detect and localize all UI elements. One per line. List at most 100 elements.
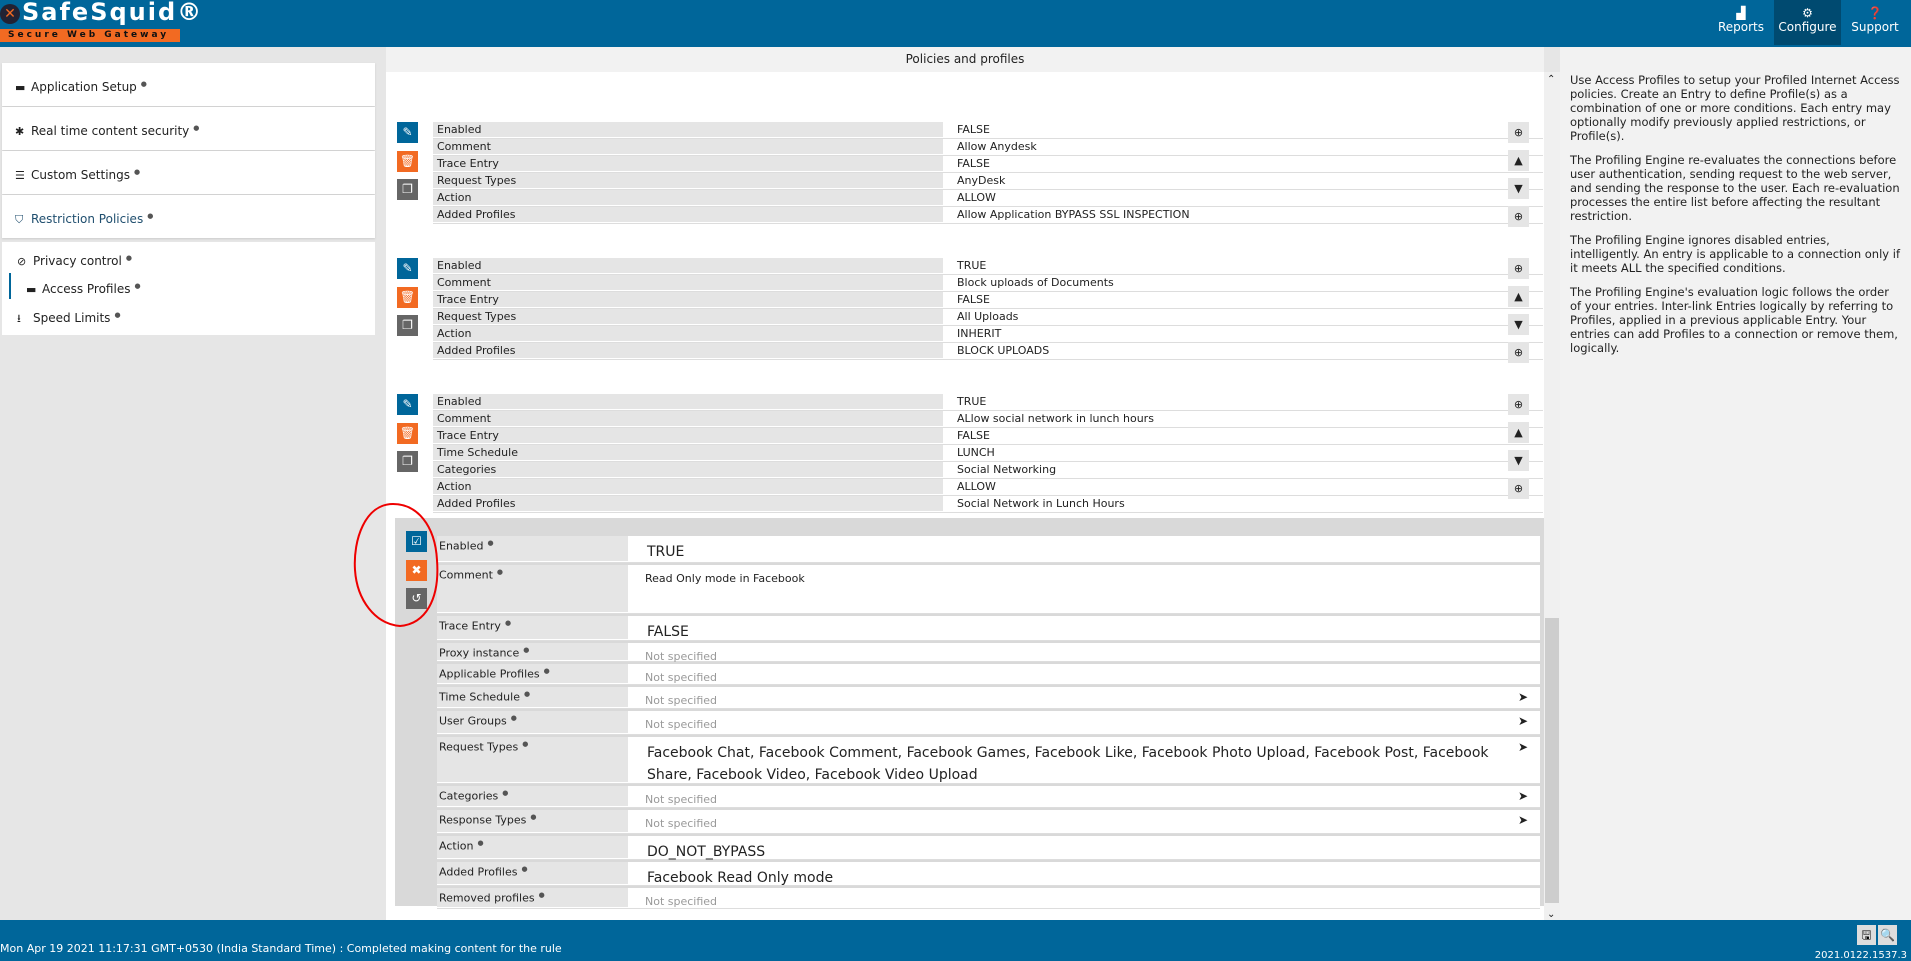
form-row: Added Profiles ● Facebook Read Only mode [437, 862, 1540, 886]
move-bottom-button[interactable]: ⊕ [1508, 478, 1529, 499]
form-field-value: TRUE [647, 544, 685, 560]
sidebar-section-real-time-content-security[interactable]: ✱ Real time content security ● [2, 107, 375, 150]
form-row: Enabled ● TRUE [437, 536, 1540, 563]
info-icon[interactable]: ● [521, 865, 527, 873]
form-field-label: Trace Entry ● [437, 616, 628, 639]
help-paragraph: The Profiling Engine ignores disabled en… [1570, 233, 1900, 275]
question-circle-icon: ❓ [1867, 6, 1883, 20]
info-icon[interactable]: ● [126, 254, 132, 262]
sidebar-item-access-profiles[interactable]: ▬ Access Profiles ● [9, 273, 382, 299]
entry-field-value: ALlow social network in lunch hours [957, 412, 1154, 425]
nav-support[interactable]: ❓ Support [1843, 0, 1907, 45]
edit-entry-button[interactable]: ✎ [397, 394, 418, 415]
move-bottom-button[interactable]: ⊕ [1508, 206, 1529, 227]
info-icon[interactable]: ● [477, 839, 483, 847]
scrollbar-thumb[interactable] [1545, 618, 1559, 903]
reset-entry-button[interactable]: ↺ [406, 588, 427, 609]
move-up-button[interactable]: ▲ [1508, 286, 1529, 307]
nav-reports[interactable]: ▟ Reports [1712, 0, 1770, 45]
info-icon[interactable]: ● [522, 740, 528, 748]
copy-entry-button[interactable]: ❐ [397, 179, 418, 200]
info-icon[interactable]: ● [523, 646, 529, 654]
info-icon[interactable]: ● [497, 568, 503, 576]
info-icon[interactable]: ● [487, 539, 493, 547]
entry-field-label: Enabled [433, 122, 943, 137]
move-bottom-button[interactable]: ⊕ [1508, 342, 1529, 363]
scroll-up-icon[interactable]: ⌃ [1547, 74, 1555, 85]
download-icon: ⭳ [17, 312, 21, 325]
entry-field-value: FALSE [957, 157, 990, 170]
search-icon[interactable]: 🔍 [1878, 925, 1897, 945]
info-icon[interactable]: ● [539, 891, 545, 899]
vertical-scrollbar[interactable]: ⌃ ⌄ [1544, 72, 1560, 920]
sidebar-item-speed-limits[interactable]: ⭳ Speed Limits ● [2, 302, 375, 328]
entry-field-value: TRUE [957, 259, 987, 272]
move-down-button[interactable]: ▼ [1508, 178, 1529, 199]
entry-field-value: ALLOW [957, 191, 996, 204]
label-text: Comment [439, 568, 493, 582]
copy-entry-button[interactable]: ❐ [397, 451, 418, 472]
move-top-button[interactable]: ⊕ [1508, 258, 1529, 279]
move-down-button[interactable]: ▼ [1508, 450, 1529, 471]
move-up-button[interactable]: ▲ [1508, 150, 1529, 171]
entry-field-value: Allow Application BYPASS SSL INSPECTION [957, 208, 1190, 221]
paper-plane-icon[interactable]: ➤ [1518, 740, 1528, 754]
form-field-label: Added Profiles ● [437, 862, 628, 884]
nav-configure[interactable]: ⚙ Configure [1774, 0, 1841, 45]
copy-entry-button[interactable]: ❐ [397, 315, 418, 336]
sidebar-section-application-setup[interactable]: ▬ Application Setup ● [2, 63, 375, 106]
entry-field-value: ALLOW [957, 480, 996, 493]
info-icon[interactable]: ● [193, 124, 199, 132]
form-field-value: Not specified [645, 817, 718, 830]
info-icon[interactable]: ● [134, 168, 140, 176]
label-text: Enabled [439, 539, 484, 553]
entry-row: Added Profiles●Social Network in Lunch H… [433, 496, 1543, 513]
paper-plane-icon[interactable]: ➤ [1518, 690, 1528, 704]
paper-plane-icon[interactable]: ➤ [1518, 789, 1528, 803]
sidebar-item-privacy-control[interactable]: ⊘ Privacy control ● [2, 245, 375, 271]
form-row: Response Types ● Not specified ➤ [437, 810, 1540, 834]
info-icon[interactable]: ● [114, 311, 120, 319]
form-field-value: Not specified [645, 671, 718, 684]
info-icon[interactable]: ● [544, 667, 550, 675]
label-text: Trace Entry [439, 619, 501, 633]
info-icon[interactable]: ● [524, 690, 530, 698]
form-row: Trace Entry ● FALSE [437, 616, 1540, 641]
info-icon[interactable]: ● [134, 282, 140, 290]
briefcase-icon: ▬ [26, 283, 37, 296]
info-icon[interactable]: ● [505, 619, 511, 627]
scroll-down-icon[interactable]: ⌄ [1547, 909, 1555, 920]
sidebar-section-restriction-policies[interactable]: ⛉ Restriction Policies ● [2, 195, 375, 238]
comment-textarea[interactable]: Read Only mode in Facebook [645, 568, 1510, 590]
save-icon[interactable]: 🖫 [1857, 925, 1876, 945]
save-entry-button[interactable]: ☑ [406, 531, 427, 552]
edit-entry-button[interactable]: ✎ [397, 258, 418, 279]
info-icon[interactable]: ● [141, 80, 147, 88]
info-icon[interactable]: ● [511, 714, 517, 722]
form-field-label: Proxy instance ● [437, 643, 628, 660]
entry-row: Trace Entry●FALSE [433, 156, 1543, 173]
form-field-label: Applicable Profiles ● [437, 664, 628, 683]
entry-field-label: Trace Entry [433, 428, 943, 443]
entry-field-value: LUNCH [957, 446, 995, 459]
form-field-value: Not specified [645, 895, 718, 908]
info-icon[interactable]: ● [530, 813, 536, 821]
cancel-entry-button[interactable]: ✖ [406, 560, 427, 581]
entry-row: Request Types●All Uploads [433, 309, 1543, 326]
move-up-button[interactable]: ▲ [1508, 422, 1529, 443]
paper-plane-icon[interactable]: ➤ [1518, 813, 1528, 827]
delete-entry-button[interactable]: 🗑 [397, 287, 418, 308]
help-panel: Use Access Profiles to setup your Profil… [1560, 47, 1911, 920]
move-top-button[interactable]: ⊕ [1508, 122, 1529, 143]
info-icon[interactable]: ● [502, 789, 508, 797]
delete-entry-button[interactable]: 🗑 [397, 151, 418, 172]
sidebar-section-custom-settings[interactable]: ☰ Custom Settings ● [2, 151, 375, 194]
entry-field-value: FALSE [957, 123, 990, 136]
paper-plane-icon[interactable]: ➤ [1518, 714, 1528, 728]
edit-entry-button[interactable]: ✎ [397, 122, 418, 143]
info-icon[interactable]: ● [147, 212, 153, 220]
move-top-button[interactable]: ⊕ [1508, 394, 1529, 415]
entry-row: Enabled●TRUE [433, 258, 1543, 275]
delete-entry-button[interactable]: 🗑 [397, 423, 418, 444]
move-down-button[interactable]: ▼ [1508, 314, 1529, 335]
